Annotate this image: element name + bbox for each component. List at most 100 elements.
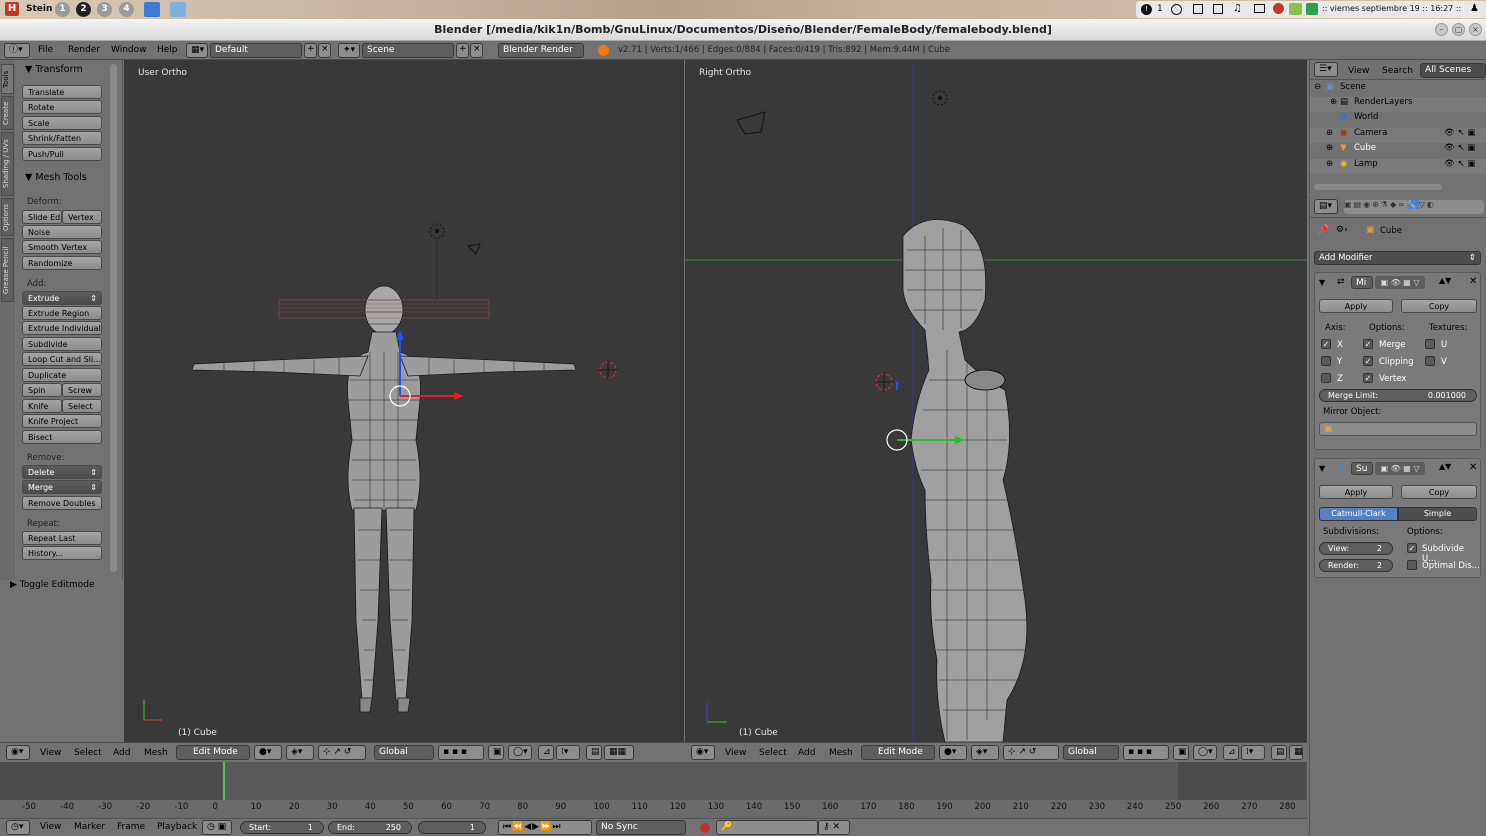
- subsurf-apply-button[interactable]: Apply: [1319, 485, 1393, 499]
- knife-select-button[interactable]: Select: [62, 399, 102, 413]
- scene-icon[interactable]: ✦▾: [338, 43, 360, 58]
- render-preview-button[interactable]: ▤: [586, 745, 602, 760]
- toggle-editmode-header[interactable]: ▶ Toggle Editmode: [10, 580, 95, 590]
- scene-field[interactable]: Scene: [362, 43, 454, 58]
- menu-add[interactable]: Add: [113, 748, 130, 758]
- modifier-visibility-toggles[interactable]: ▣ 👁 ▦ ▽: [1375, 276, 1425, 289]
- loop-cut-button[interactable]: Loop Cut and Sli...: [22, 352, 102, 366]
- history-button[interactable]: History...: [22, 546, 102, 560]
- menu-marker[interactable]: Marker: [74, 822, 105, 832]
- slide-edge-button[interactable]: Slide Ed: [22, 210, 62, 224]
- network-icon[interactable]: [1289, 3, 1302, 15]
- add-modifier-button[interactable]: Add Modifier ⇕: [1314, 251, 1481, 265]
- display-mode-select[interactable]: All Scenes: [1420, 63, 1486, 78]
- editor-type-properties-icon[interactable]: ▤▾: [1314, 199, 1338, 214]
- translate-button[interactable]: Translate: [22, 85, 102, 99]
- remove-modifier-icon[interactable]: ✕: [1469, 276, 1477, 287]
- display-icon[interactable]: [1193, 4, 1203, 14]
- tab-grease-pencil[interactable]: Grease Pencil: [1, 238, 14, 302]
- select-mode-buttons[interactable]: ▪ ▪ ▪: [438, 745, 484, 760]
- texture-v-checkbox[interactable]: [1425, 356, 1435, 366]
- end-frame-field[interactable]: End: 250: [328, 821, 412, 834]
- shrink-fatten-button[interactable]: Shrink/Fatten: [22, 131, 102, 145]
- manipulator-toggle[interactable]: ⊹ ↗ ↺: [318, 745, 366, 760]
- pivot-select[interactable]: ◈▾: [971, 745, 999, 760]
- render-levels-field[interactable]: Render: 2: [1319, 559, 1393, 572]
- menu-select[interactable]: Select: [759, 748, 787, 758]
- clipping-checkbox[interactable]: ✓: [1363, 356, 1373, 366]
- transform-panel-header[interactable]: ▼ Transform: [25, 64, 83, 75]
- render-engine-select[interactable]: Blender Render: [498, 43, 584, 58]
- subsurf-copy-button[interactable]: Copy: [1401, 485, 1477, 499]
- move-up-icon[interactable]: ▲▼: [1439, 462, 1451, 471]
- keyframe-insert-buttons[interactable]: ⚷ ✕: [818, 820, 850, 835]
- editor-type-timeline-icon[interactable]: ◷▾: [6, 820, 30, 835]
- outliner-row-world[interactable]: ● World: [1310, 112, 1486, 127]
- menu-search[interactable]: Search: [1382, 66, 1413, 76]
- music-icon[interactable]: ♫: [1233, 3, 1242, 14]
- outliner-row-scene[interactable]: ⊖ ▣ Scene: [1310, 82, 1486, 97]
- manipulator-toggle[interactable]: ⊹ ↗ ↺: [1003, 745, 1059, 760]
- spin-button[interactable]: Spin: [22, 383, 62, 397]
- menu-playback[interactable]: Playback: [157, 822, 197, 832]
- smooth-vertex-button[interactable]: Smooth Vertex: [22, 240, 102, 254]
- screens-icon[interactable]: [1254, 4, 1265, 13]
- close-button[interactable]: ×: [1469, 23, 1482, 36]
- snap-element[interactable]: ⁞▾: [556, 745, 580, 760]
- taskbar-app-icon[interactable]: [144, 2, 160, 17]
- extrude-menu[interactable]: Extrude ⇕: [22, 291, 102, 305]
- record-icon[interactable]: [700, 823, 710, 833]
- workspace-3[interactable]: 3: [97, 2, 112, 17]
- start-frame-field[interactable]: Start: 1: [240, 821, 324, 834]
- shading-select[interactable]: ●▾: [254, 745, 282, 760]
- editor-type-outliner-icon[interactable]: ☰▾: [1314, 62, 1338, 77]
- app-menu-icon[interactable]: H: [5, 2, 19, 16]
- opengl-render-buttons[interactable]: ▦▦: [604, 745, 634, 760]
- layout-icon[interactable]: ▦▾: [186, 43, 208, 58]
- keying-set-field[interactable]: 🔑: [716, 820, 818, 835]
- optimal-display-checkbox[interactable]: [1407, 560, 1417, 570]
- scene-add-button[interactable]: +: [456, 43, 469, 58]
- modifier-name-field[interactable]: Su: [1351, 462, 1373, 475]
- modifier-name-field[interactable]: Mi: [1351, 276, 1373, 289]
- tab-create[interactable]: Create: [1, 96, 14, 130]
- snap-toggle[interactable]: ⊿: [1223, 745, 1239, 760]
- menu-view[interactable]: View: [725, 748, 746, 758]
- texture-u-checkbox[interactable]: [1425, 339, 1435, 349]
- occlude-toggle[interactable]: ▣: [1173, 745, 1189, 760]
- remove-modifier-icon[interactable]: ✕: [1469, 462, 1477, 473]
- occlude-toggle[interactable]: ▣: [488, 745, 504, 760]
- pivot-select[interactable]: ◈▾: [286, 745, 314, 760]
- menu-render[interactable]: Render: [68, 45, 100, 55]
- workspace-2[interactable]: 2: [76, 2, 91, 17]
- snap-toggle[interactable]: ⊿: [538, 745, 554, 760]
- viewport-user-ortho[interactable]: User Ortho (1) Cube: [124, 60, 684, 742]
- tab-tools[interactable]: Tools: [1, 64, 14, 94]
- shelf-scrollbar[interactable]: [110, 64, 117, 572]
- menu-mesh[interactable]: Mesh: [829, 748, 853, 758]
- workspace-4[interactable]: 4: [119, 2, 134, 17]
- subdivide-uvs-checkbox[interactable]: ✓: [1407, 543, 1417, 553]
- menu-file[interactable]: File: [38, 45, 53, 55]
- viewport-right-ortho[interactable]: Right Ortho (1) Cube: [685, 60, 1307, 742]
- outliner-row-cube[interactable]: ⊕ ▼ Cube 👁 ↖ ▣: [1310, 143, 1486, 158]
- editor-type-3d-icon[interactable]: ◉▾: [691, 745, 715, 760]
- noise-button[interactable]: Noise: [22, 225, 102, 239]
- extrude-individual-button[interactable]: Extrude Individual: [22, 321, 102, 335]
- vertex-groups-checkbox[interactable]: ✓: [1363, 373, 1373, 383]
- mode-select[interactable]: Edit Mode: [861, 745, 935, 760]
- mirror-object-field[interactable]: ▣: [1319, 422, 1477, 436]
- delete-menu[interactable]: Delete ⇕: [22, 465, 102, 479]
- menu-view[interactable]: View: [40, 748, 61, 758]
- axis-x-checkbox[interactable]: ✓: [1321, 339, 1331, 349]
- randomize-button[interactable]: Randomize: [22, 256, 102, 270]
- menu-view[interactable]: View: [40, 822, 61, 832]
- extrude-region-button[interactable]: Extrude Region: [22, 306, 102, 320]
- playhead[interactable]: [223, 762, 225, 802]
- duplicate-button[interactable]: Duplicate: [22, 368, 102, 382]
- menu-help[interactable]: Help: [157, 45, 178, 55]
- workspace-1[interactable]: 1: [55, 2, 70, 17]
- mirror-apply-button[interactable]: Apply: [1319, 299, 1393, 313]
- proportional-edit[interactable]: ◯▾: [1193, 745, 1217, 760]
- push-pull-button[interactable]: Push/Pull: [22, 147, 102, 161]
